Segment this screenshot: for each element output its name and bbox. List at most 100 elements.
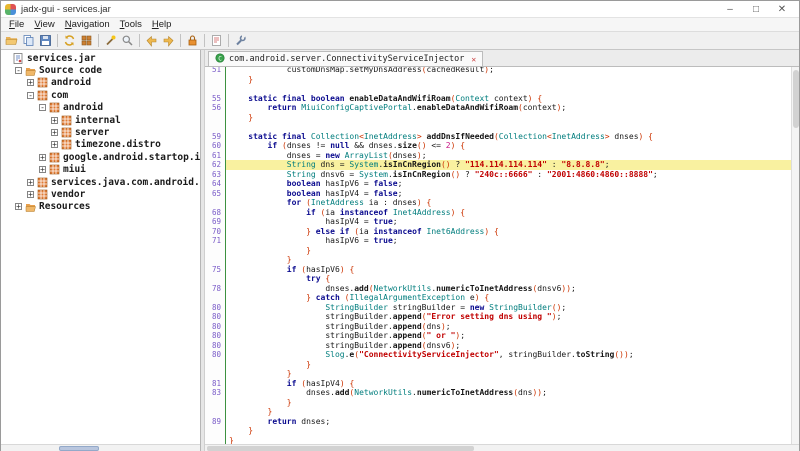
tree-node-vendor[interactable]: + vendor	[3, 188, 200, 200]
code-line: 71hasIpV6 = true;	[205, 236, 791, 246]
tab-close-icon[interactable]: ✕	[471, 55, 476, 64]
tree-node-com[interactable]: - com	[3, 89, 200, 101]
line-number: 70	[205, 227, 226, 237]
line-number: 64	[205, 179, 226, 189]
line-number	[205, 122, 226, 132]
src-icon	[25, 65, 36, 76]
tree-node-internal[interactable]: +internal	[3, 114, 200, 126]
deobfuscation-wand-button[interactable]	[102, 33, 119, 49]
line-number: 89	[205, 417, 226, 427]
code-text: }	[226, 75, 791, 85]
tree-node-services-java-com-android-server-[interactable]: + services.java.com.android.server.	[3, 176, 200, 188]
code-text: }	[226, 246, 791, 256]
reload-button[interactable]	[61, 33, 78, 49]
code-line: }	[205, 398, 791, 408]
tree-node-resources[interactable]: +Resources	[3, 201, 200, 213]
code-vscroll-thumb[interactable]	[793, 70, 799, 128]
line-number	[205, 360, 226, 370]
maximize-button[interactable]: □	[743, 2, 769, 17]
expand-toggle[interactable]: +	[27, 179, 34, 186]
expand-toggle[interactable]: +	[15, 203, 22, 210]
save-all-button[interactable]	[37, 33, 54, 49]
tree-node-android[interactable]: +android	[3, 77, 200, 89]
open-file-icon	[5, 34, 18, 47]
line-number: 55	[205, 94, 226, 104]
collapse-toggle[interactable]: -	[27, 92, 34, 99]
code-text: stringBuilder.append("Error setting dns …	[226, 312, 791, 322]
menu-navigation[interactable]: Navigation	[60, 19, 115, 30]
expand-toggle[interactable]: +	[27, 79, 34, 86]
code-line: }	[205, 360, 791, 370]
line-number	[205, 246, 226, 256]
menu-file[interactable]: File	[4, 19, 29, 30]
tree-node-android[interactable]: -android	[3, 102, 200, 114]
code-line: 56return MiuiConfigCaptivePortal.enableD…	[205, 103, 791, 113]
expand-toggle[interactable]: +	[51, 129, 58, 136]
tree-horizontal-scrollbar[interactable]	[1, 444, 200, 451]
close-button[interactable]: ✕	[769, 2, 795, 17]
tree-hscroll-thumb[interactable]	[59, 446, 99, 451]
tree-node-miui[interactable]: +miui	[3, 164, 200, 176]
package-icon	[61, 139, 72, 150]
toolbar-separator	[180, 34, 181, 47]
collapse-toggle[interactable]: -	[39, 104, 46, 111]
line-number	[205, 75, 226, 85]
open-file-button[interactable]	[3, 33, 20, 49]
tab-connectivity-service-injector[interactable]: C com.android.server.ConnectivityService…	[208, 51, 483, 66]
expand-toggle[interactable]: +	[27, 191, 34, 198]
expand-toggle[interactable]: +	[39, 166, 46, 173]
menu-help[interactable]: Help	[147, 19, 177, 30]
line-number: 78	[205, 284, 226, 294]
project-tree-panel: services.jar-Source code+android-com-and…	[1, 50, 201, 451]
code-line: }	[205, 407, 791, 417]
tree-node-timezone-distro[interactable]: +timezone.distro	[3, 139, 200, 151]
tree-node-label: server	[75, 127, 109, 138]
expand-toggle[interactable]: +	[39, 154, 46, 161]
tree-node-label: com	[51, 90, 68, 101]
code-line: 64boolean hasIpV6 = false;	[205, 179, 791, 189]
report-button[interactable]	[208, 33, 225, 49]
line-number: 51	[205, 67, 226, 75]
tree-node-google-android-startop-iorap[interactable]: +google.android.startop.iorap	[3, 151, 200, 163]
tree-node-server[interactable]: + server	[3, 126, 200, 138]
code-hscroll-thumb[interactable]	[207, 446, 474, 451]
code-horizontal-scrollbar[interactable]	[205, 444, 799, 451]
code-text: }	[226, 255, 791, 265]
menu-tools[interactable]: Tools	[115, 19, 147, 30]
forward-icon	[162, 34, 175, 47]
expand-toggle[interactable]: +	[51, 141, 58, 148]
tree-node-services-jar[interactable]: services.jar	[3, 52, 200, 64]
expand-toggle[interactable]: +	[51, 117, 58, 124]
flatten-packages-button[interactable]	[78, 33, 95, 49]
code-text: boolean hasIpV4 = false;	[226, 189, 791, 199]
code-editor[interactable]: 51customDnsMap.setMyDnsAddress(cachedRes…	[205, 67, 791, 444]
preferences-button[interactable]	[232, 33, 249, 49]
line-number: 60	[205, 141, 226, 151]
code-panel: C com.android.server.ConnectivityService…	[204, 50, 799, 451]
search-button[interactable]	[119, 33, 136, 49]
code-vertical-scrollbar[interactable]	[791, 67, 799, 444]
code-text: hasIpV4 = true;	[226, 217, 791, 227]
code-text: } catch (IllegalArgumentException e) {	[226, 293, 791, 303]
code-text: return MiuiConfigCaptivePortal.enableDat…	[226, 103, 791, 113]
code-text: StringBuilder stringBuilder = new String…	[226, 303, 791, 313]
collapse-toggle[interactable]: -	[15, 67, 22, 74]
forward-button[interactable]	[160, 33, 177, 49]
save-all-icon	[39, 34, 52, 47]
tree-node-label: vendor	[51, 189, 85, 200]
code-line: }	[205, 436, 791, 445]
tree-node-label: services.java.com.android.server.	[51, 177, 201, 188]
back-button[interactable]	[143, 33, 160, 49]
add-files-button[interactable]	[20, 33, 37, 49]
code-text: dnses.add(NetworkUtils.numericToInetAddr…	[226, 284, 791, 294]
code-text: stringBuilder.append(dns);	[226, 322, 791, 332]
package-icon	[49, 164, 60, 175]
code-text: if (hasIpV6) {	[226, 265, 791, 275]
log-viewer-icon	[186, 34, 199, 47]
menu-view[interactable]: View	[29, 19, 59, 30]
code-line: 68if (ia instanceof Inet4Address) {	[205, 208, 791, 218]
log-viewer-button[interactable]	[184, 33, 201, 49]
minimize-button[interactable]: –	[717, 2, 743, 17]
tree-node-source-code[interactable]: -Source code	[3, 64, 200, 76]
code-text	[226, 84, 791, 94]
